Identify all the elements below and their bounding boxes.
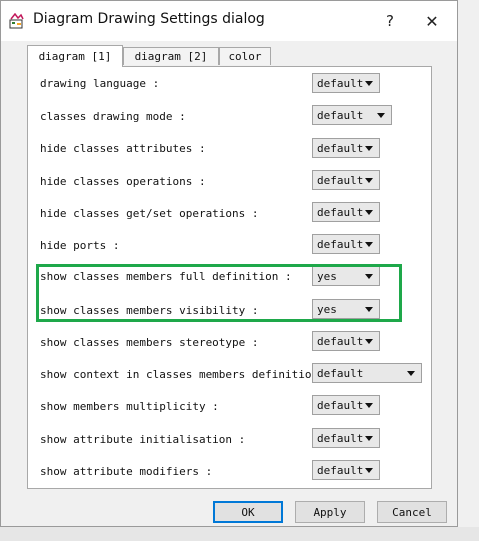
show-members-multiplicity-select[interactable]: default xyxy=(312,395,380,415)
hide-classes-operations-label: hide classes operations : xyxy=(40,175,206,188)
drawing-language-select[interactable]: default xyxy=(312,73,380,93)
show-classes-members-stereotype-label: show classes members stereotype : xyxy=(40,336,259,349)
bouml-app-icon xyxy=(9,13,24,29)
hide-ports-select[interactable]: default xyxy=(312,234,380,254)
select-value: default xyxy=(317,206,364,219)
apply-button[interactable]: Apply xyxy=(295,501,365,523)
help-button[interactable]: ? xyxy=(373,7,407,35)
show-attribute-initialisation-select[interactable]: default xyxy=(312,428,380,448)
show-members-multiplicity-label: show members multiplicity : xyxy=(40,400,219,413)
select-value: default xyxy=(317,77,364,90)
hide-classes-get-set-operations-label: hide classes get/set operations : xyxy=(40,207,259,220)
cancel-button[interactable]: Cancel xyxy=(377,501,447,523)
show-attribute-modifiers-select[interactable]: default xyxy=(312,460,380,480)
settings-dialog: Diagram Drawing Settings dialog ? ✕ diag… xyxy=(0,0,458,527)
select-value: default xyxy=(317,142,364,155)
select-value: yes xyxy=(317,270,337,283)
show-classes-members-stereotype-select[interactable]: default xyxy=(312,331,380,351)
show-attribute-modifiers-label: show attribute modifiers : xyxy=(40,465,213,478)
hide-classes-operations-select[interactable]: default xyxy=(312,170,380,190)
close-button[interactable]: ✕ xyxy=(415,7,449,35)
show-context-in-classes-members-definition-select[interactable]: default xyxy=(312,363,422,383)
chevron-down-icon xyxy=(365,81,373,86)
select-value: default xyxy=(317,174,364,187)
hide-classes-get-set-operations-select[interactable]: default xyxy=(312,202,380,222)
background-strip xyxy=(0,527,479,541)
select-value: default xyxy=(317,367,364,380)
chevron-down-icon xyxy=(365,436,373,441)
show-classes-members-full-definition-label: show classes members full definition : xyxy=(40,270,292,283)
show-classes-members-visibility-select[interactable]: yes xyxy=(312,299,380,319)
select-value: default xyxy=(317,399,364,412)
chevron-down-icon xyxy=(407,371,415,376)
classes-drawing-mode-label: classes drawing mode : xyxy=(40,110,186,123)
classes-drawing-mode-select[interactable]: default xyxy=(312,105,392,125)
chevron-down-icon xyxy=(365,403,373,408)
hide-classes-attributes-select[interactable]: default xyxy=(312,138,380,158)
chevron-down-icon xyxy=(365,178,373,183)
chevron-down-icon xyxy=(365,274,373,279)
chevron-down-icon xyxy=(365,242,373,247)
dialog-title: Diagram Drawing Settings dialog xyxy=(33,11,265,27)
tab-diagram-1[interactable]: diagram [1] xyxy=(27,45,123,67)
chevron-down-icon xyxy=(377,113,385,118)
chevron-down-icon xyxy=(365,146,373,151)
chevron-down-icon xyxy=(365,468,373,473)
select-value: default xyxy=(317,464,364,477)
hide-classes-attributes-label: hide classes attributes : xyxy=(40,142,206,155)
select-value: default xyxy=(317,335,364,348)
select-value: default xyxy=(317,109,364,122)
chevron-down-icon xyxy=(365,210,373,215)
show-attribute-initialisation-label: show attribute initialisation : xyxy=(40,433,246,446)
tab-diagram-2[interactable]: diagram [2] xyxy=(123,47,219,65)
show-context-in-classes-members-definition-label: show context in classes members definiti… xyxy=(40,368,332,381)
ok-button[interactable]: OK xyxy=(213,501,283,523)
chevron-down-icon xyxy=(365,307,373,312)
title-bar: Diagram Drawing Settings dialog ? ✕ xyxy=(1,1,457,41)
show-classes-members-full-definition-select[interactable]: yes xyxy=(312,266,380,286)
hide-ports-label: hide ports : xyxy=(40,239,120,252)
select-value: default xyxy=(317,238,364,251)
select-value: default xyxy=(317,432,364,445)
show-classes-members-visibility-label: show classes members visibility : xyxy=(40,304,259,317)
tab-color[interactable]: color xyxy=(219,47,271,65)
chevron-down-icon xyxy=(365,339,373,344)
select-value: yes xyxy=(317,303,337,316)
settings-panel: drawing language : default classes drawi… xyxy=(27,66,432,489)
drawing-language-label: drawing language : xyxy=(40,77,160,90)
